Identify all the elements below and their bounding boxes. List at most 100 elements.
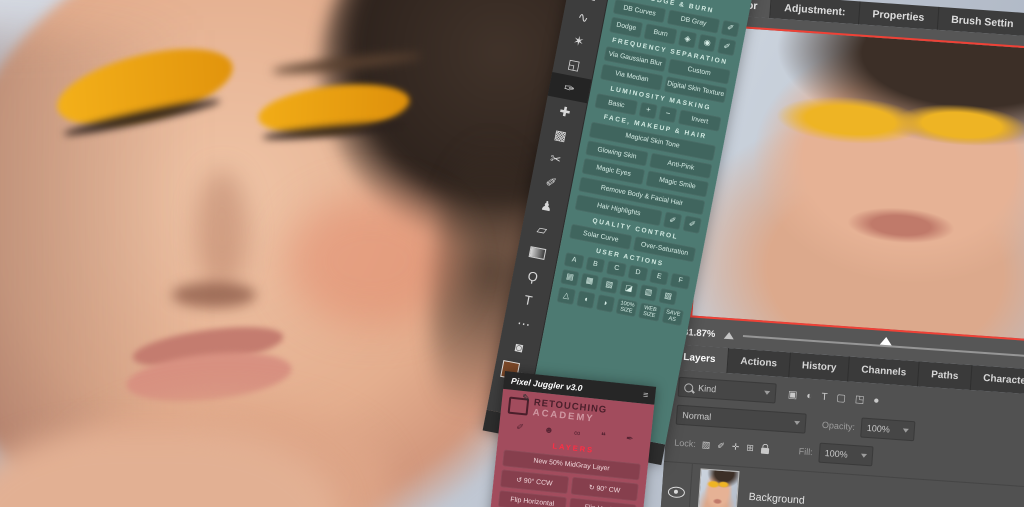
- user-action-f-button[interactable]: F: [670, 273, 691, 290]
- filter-type-layers-icon[interactable]: T: [821, 391, 828, 402]
- tab-character[interactable]: Character: [970, 365, 1024, 395]
- user-action-e-button[interactable]: E: [649, 269, 670, 286]
- panel-menu-icon[interactable]: ≡: [643, 390, 649, 400]
- opacity-value: 100%: [867, 423, 891, 435]
- zoom-out-icon[interactable]: [724, 331, 734, 339]
- eye-icon[interactable]: [667, 486, 685, 498]
- clone-stamp-tool-icon: ♟: [540, 198, 554, 213]
- lock-icons: ▨ ✐ ✛ ⊞: [701, 439, 769, 455]
- user-action-c-button[interactable]: C: [606, 260, 627, 277]
- user-action-a-button[interactable]: A: [564, 252, 585, 269]
- hair-brush-2-button[interactable]: ✐: [682, 215, 702, 233]
- chevron-down-icon: [764, 391, 770, 395]
- chevron-down-icon: [794, 421, 800, 425]
- search-icon: [684, 383, 694, 393]
- lm-minus-button[interactable]: −: [658, 105, 678, 123]
- layer-name: Background: [748, 491, 805, 507]
- rotate-ccw-icon: ↺: [516, 477, 522, 485]
- tab-paths[interactable]: Paths: [918, 361, 972, 390]
- ua-triangle-icon-button[interactable]: △: [556, 286, 576, 306]
- layer-visibility-cell[interactable]: [660, 462, 693, 507]
- fill-input[interactable]: 100%: [818, 443, 873, 467]
- lock-image-icon[interactable]: ✐: [717, 440, 725, 451]
- user-action-d-button[interactable]: D: [627, 265, 648, 282]
- ua-frames-icon-button[interactable]: ▥: [639, 284, 659, 302]
- layer-thumbnail[interactable]: [697, 468, 739, 507]
- web-size-button[interactable]: WEB SIZE: [638, 302, 661, 322]
- patch-tool-icon: ▩: [553, 127, 568, 142]
- tablet-logo-icon: [508, 397, 530, 416]
- chevron-down-icon: [903, 428, 909, 432]
- eyedropper-tool-icon: ✑: [563, 80, 576, 95]
- ua-blob1-icon-button[interactable]: ◖: [576, 290, 596, 310]
- ua-blob2-icon-button[interactable]: ◗: [596, 294, 616, 314]
- type-tool-icon: T: [523, 293, 533, 307]
- quick-mask-icon: ◙: [514, 340, 524, 354]
- ua-numbers-icon-button[interactable]: ▧: [599, 276, 619, 294]
- tab-actions[interactable]: Actions: [728, 348, 791, 377]
- fill-label: Fill:: [798, 446, 813, 457]
- lm-plus-button[interactable]: +: [638, 101, 658, 119]
- rotate-cw-icon: ↻: [588, 484, 594, 492]
- db-brush-button[interactable]: ✐: [720, 20, 740, 38]
- scissors-tool-icon: ✂: [549, 151, 562, 166]
- tab-history[interactable]: History: [789, 352, 850, 381]
- pen-icon[interactable]: ✒: [625, 433, 634, 445]
- diamond-icon-button[interactable]: ◈: [678, 30, 698, 48]
- lock-position-icon[interactable]: ✛: [731, 441, 739, 452]
- opacity-label: Opacity:: [822, 420, 856, 432]
- fill-value: 100%: [824, 448, 848, 460]
- dodge-tool-icon: Ϙ: [527, 269, 539, 284]
- dodge-button[interactable]: Dodge: [609, 17, 643, 38]
- ua-image-icon-button[interactable]: ◪: [619, 280, 639, 298]
- brush-icon[interactable]: ✐: [516, 422, 525, 434]
- ua-grid-icon-button[interactable]: ▦: [580, 272, 600, 290]
- brush-tool-icon: ✐: [545, 174, 558, 189]
- size-100-button[interactable]: 100% SIZE: [615, 297, 638, 317]
- person-icon[interactable]: ☻: [544, 424, 555, 436]
- navigator-proxy-view[interactable]: [690, 24, 1024, 346]
- ua-panel-icon-button[interactable]: ▨: [658, 288, 678, 306]
- filter-pixel-layers-icon[interactable]: ▣: [788, 389, 798, 401]
- filter-adjustment-layers-icon[interactable]: ◐: [806, 390, 813, 401]
- crop-tool-icon: ◱: [567, 57, 582, 72]
- kind-label: Kind: [698, 383, 717, 394]
- photo-cheek: [286, 196, 456, 326]
- link-icon[interactable]: ∞: [573, 428, 581, 440]
- hair-brush-1-button[interactable]: ✐: [663, 211, 683, 229]
- blend-mode-select[interactable]: Normal: [676, 405, 807, 434]
- gradient-tool-icon: [529, 246, 547, 260]
- tab-channels[interactable]: Channels: [848, 357, 920, 387]
- more-tools-icon: ⋯: [516, 316, 531, 331]
- rotate-cw-label: 90° CW: [596, 485, 620, 494]
- save-as-button[interactable]: SAVE AS: [661, 306, 684, 326]
- photo-nostril: [172, 282, 256, 308]
- rotate-ccw-label: 90° CCW: [523, 478, 552, 488]
- eraser-tool-icon: ▱: [536, 222, 548, 237]
- layer-filter-icons: ▣ ◐ T ▢ ◳ ●: [788, 389, 880, 406]
- burn-button[interactable]: Burn: [643, 24, 677, 45]
- ua-levels-icon-button[interactable]: ▤: [560, 269, 580, 287]
- lasso-tool-icon: ∿: [577, 10, 590, 25]
- lock-transparency-icon[interactable]: ▨: [701, 439, 710, 451]
- lock-label: Lock:: [674, 438, 696, 449]
- chevron-down-icon: [860, 454, 866, 458]
- filter-smart-objects-icon[interactable]: ◳: [855, 394, 865, 406]
- filter-toggle-icon[interactable]: ●: [873, 395, 880, 406]
- eye-icon-button[interactable]: ◉: [697, 34, 717, 52]
- lock-artboard-icon[interactable]: ⊞: [746, 442, 754, 453]
- user-action-b-button[interactable]: B: [585, 256, 606, 273]
- spot-healing-tool-icon: ✚: [558, 104, 571, 119]
- opacity-input[interactable]: 100%: [860, 418, 915, 442]
- zoom-slider-thumb[interactable]: [880, 337, 893, 346]
- filter-shape-layers-icon[interactable]: ▢: [836, 392, 846, 404]
- marquee-tool-icon: [579, 0, 596, 1]
- blend-mode-value: Normal: [682, 410, 712, 422]
- layer-filter-kind-select[interactable]: Kind: [678, 377, 777, 404]
- lock-all-icon[interactable]: [761, 447, 769, 454]
- photoshop-workspace: Navigator Adjustment: Properties Brush S…: [0, 0, 1024, 507]
- pixel-juggler-panel: Pixel Juggler v3.0 ≡ RETOUCHING ACADEMY …: [486, 371, 656, 507]
- photo-nose: [196, 170, 248, 290]
- brush-icon-button[interactable]: ✐: [717, 38, 737, 56]
- chat-icon[interactable]: ❝: [600, 430, 606, 441]
